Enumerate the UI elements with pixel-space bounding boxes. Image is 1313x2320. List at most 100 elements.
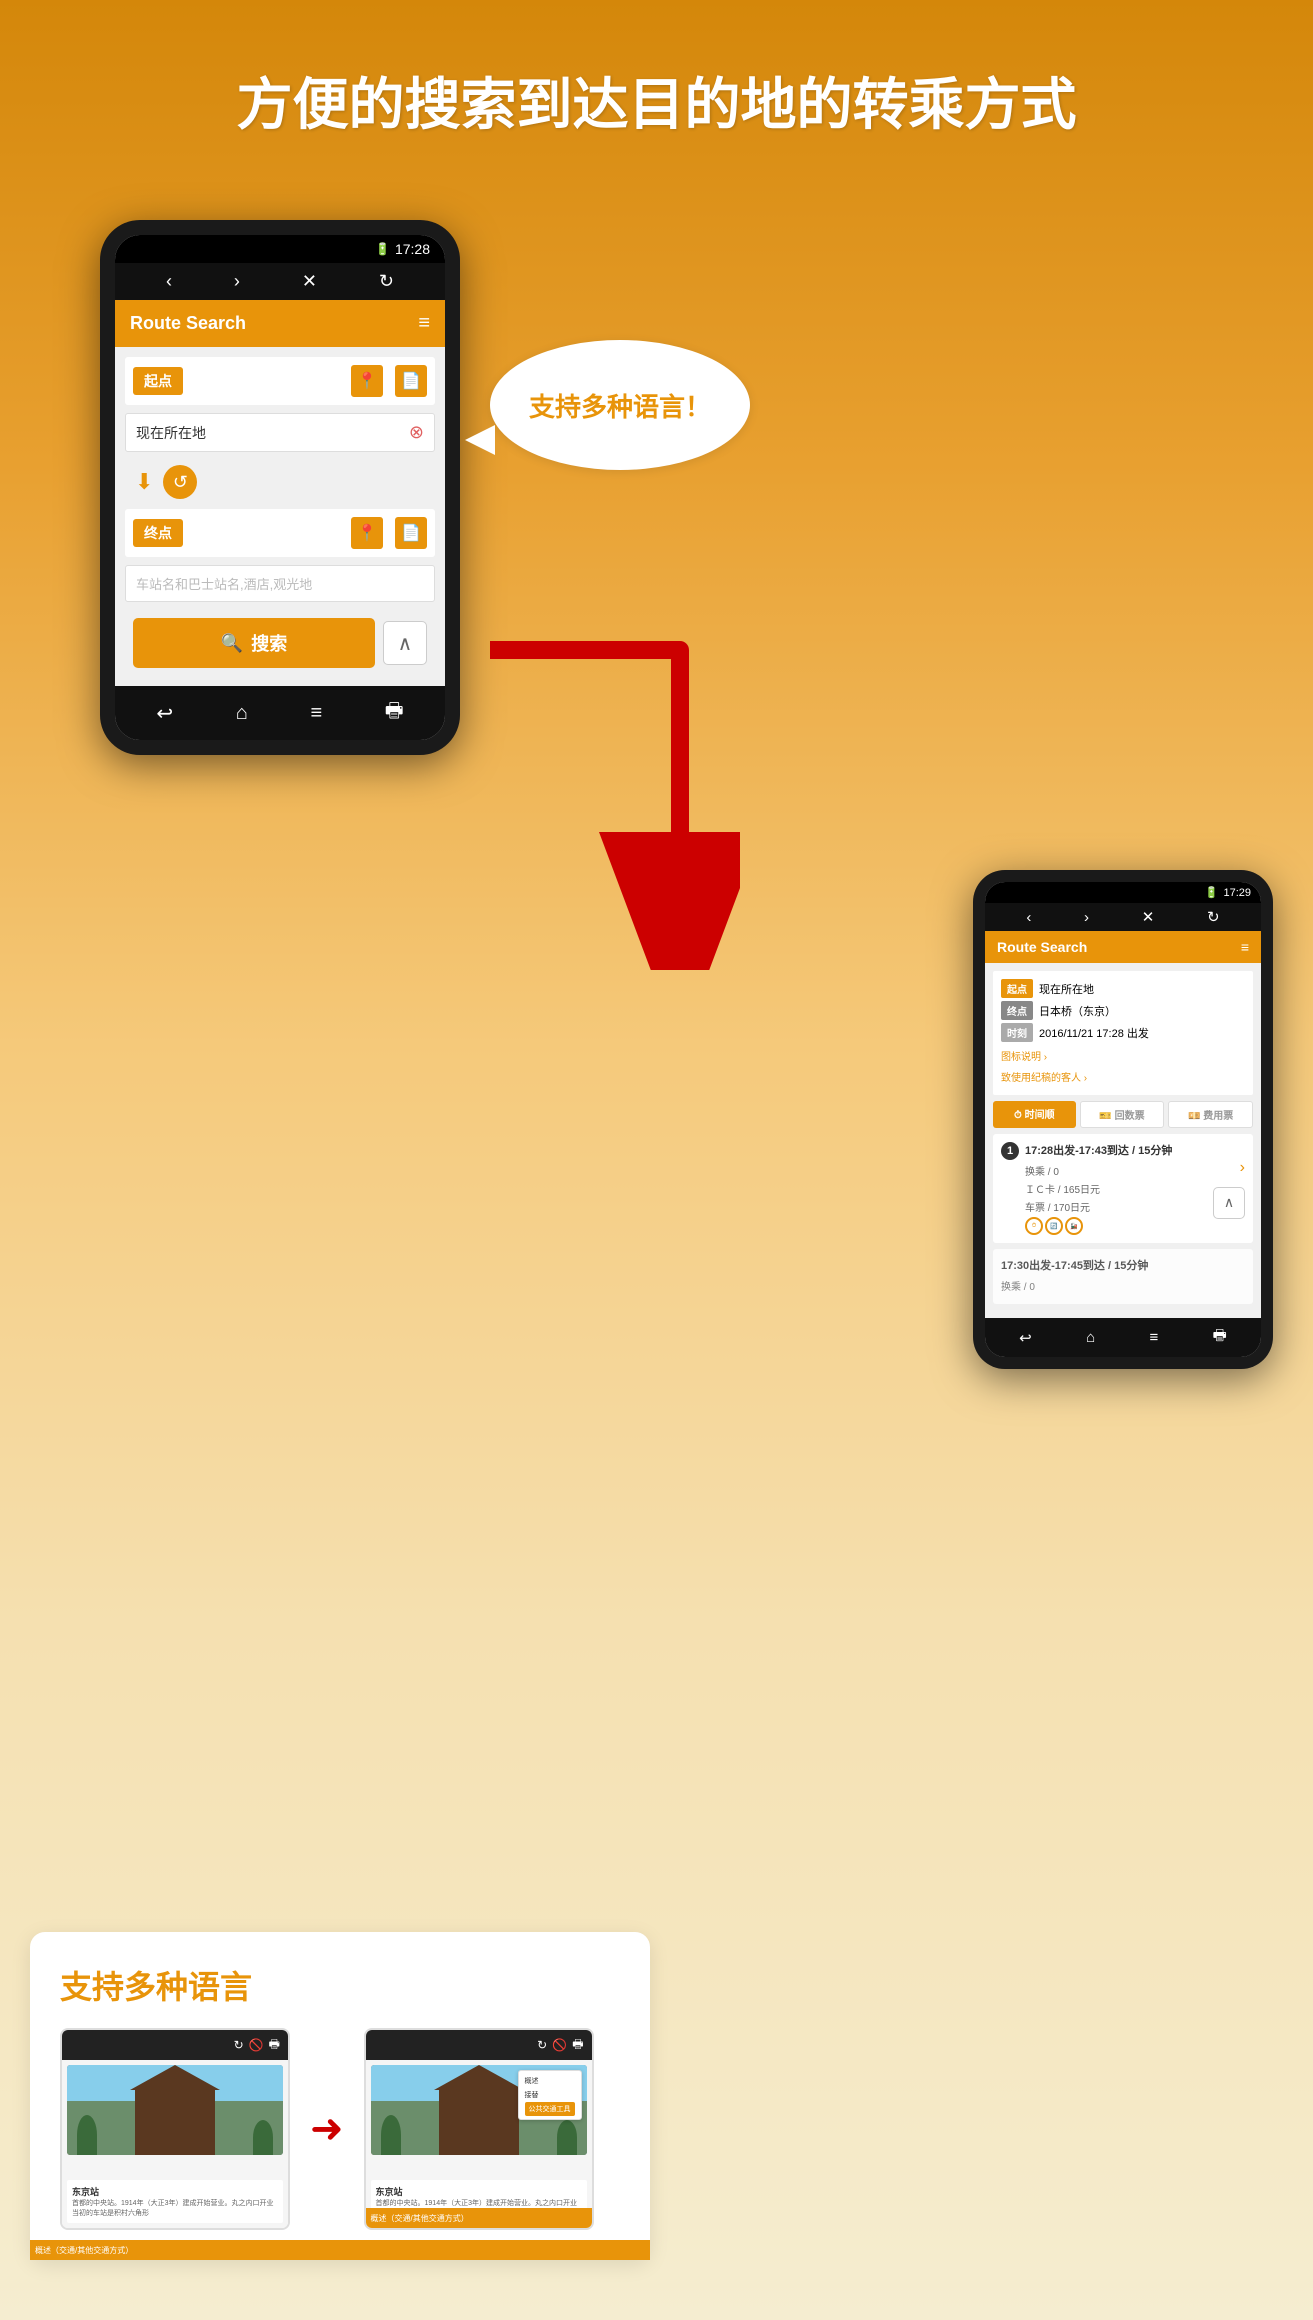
menu-icon-small[interactable]: ≡ bbox=[1150, 1329, 1159, 1346]
screenshots-arrow: ➜ bbox=[310, 2106, 344, 2152]
time-tab-label: 时间顺 bbox=[1025, 1110, 1055, 1121]
start-row: 起点 📍 📄 bbox=[125, 357, 435, 405]
status-bar-large: 🔋 17:28 bbox=[115, 235, 445, 263]
screenshot-1-header: ↻ 🚫 🖶 bbox=[62, 2030, 288, 2060]
back-icon-large[interactable]: ↩ bbox=[156, 701, 173, 726]
up-button-large[interactable]: ∧ bbox=[383, 621, 427, 665]
home-icon-small[interactable]: ⌂ bbox=[1086, 1329, 1095, 1346]
nav-refresh-large[interactable]: ↻ bbox=[379, 271, 394, 292]
hamburger-icon-small[interactable]: ≡ bbox=[1241, 939, 1249, 955]
screenshot-1-block: 🚫 bbox=[249, 2038, 264, 2052]
screenshot-2-image: 概述 接替 公共交通工具 bbox=[371, 2065, 587, 2155]
result-1-ic: ＩＣ卡 / 165日元 bbox=[1025, 1181, 1213, 1196]
screenshot-2-content: 概述 接替 公共交通工具 概述（交通/其他交通方式） 东京站 首都的中央站。19… bbox=[366, 2060, 592, 2228]
screenshot-1: ↻ 🚫 🖶 概述（交通/其他交通方式） bbox=[60, 2028, 290, 2230]
menu-icon-large[interactable]: ≡ bbox=[310, 702, 322, 725]
screenshot-2: ↻ 🚫 🖶 概述 接替 公共交通工具 bbox=[364, 2028, 594, 2230]
app-header-small: Route Search ≡ bbox=[985, 931, 1261, 963]
home-icon-large[interactable]: ⌂ bbox=[236, 702, 248, 725]
screenshot-2-header: ↻ 🚫 🖶 bbox=[366, 2030, 592, 2060]
screenshot-2-refresh: ↻ bbox=[537, 2038, 547, 2052]
end-doc-icon[interactable]: 📄 bbox=[395, 517, 427, 549]
screenshot-2-block: 🚫 bbox=[552, 2038, 567, 2052]
speech-bubble-text: 支持多种语言！ bbox=[529, 387, 711, 424]
tab-count[interactable]: 🎫 回数票 bbox=[1080, 1101, 1165, 1128]
bottom-bar-large: ↩ ⌂ ≡ 🖶 bbox=[115, 686, 445, 740]
print-icon-small[interactable]: 🖶 bbox=[1213, 1325, 1227, 1350]
end-value-small: 日本桥（东京） bbox=[1039, 1003, 1116, 1019]
app-content-large: 起点 📍 📄 现在所在地 ⊗ ⬇ ↺ 终点 � bbox=[115, 347, 445, 686]
legend-link[interactable]: 图标说明 › bbox=[1001, 1045, 1245, 1066]
nav-close-large[interactable]: ✕ bbox=[302, 271, 317, 292]
start-pin-icon[interactable]: 📍 bbox=[351, 365, 383, 397]
nav-close-small[interactable]: ✕ bbox=[1142, 908, 1155, 926]
hamburger-icon-large[interactable]: ≡ bbox=[418, 312, 430, 335]
screenshot-1-print: 🖶 bbox=[269, 2035, 280, 2056]
start-value-small: 现在所在地 bbox=[1039, 981, 1094, 997]
search-row: 🔍 搜索 ∧ bbox=[125, 610, 435, 676]
screenshot-2-orange-bar: 概述（交通/其他交通方式） bbox=[366, 2208, 592, 2228]
screenshot-1-content: 概述（交通/其他交通方式） 东京站 首都的中央站。1914年（大正3年）建成开始… bbox=[62, 2060, 288, 2228]
current-location-text: 现在所在地 bbox=[136, 423, 206, 443]
screenshot-2-print: 🖶 bbox=[572, 2035, 583, 2056]
result-card-2: 17:30出发-17:45到达 / 15分钟 换乘 / 0 bbox=[993, 1249, 1253, 1304]
chevron-right-1[interactable]: › bbox=[1240, 1159, 1245, 1177]
app-title-large: Route Search bbox=[130, 313, 246, 334]
clear-location-btn[interactable]: ⊗ bbox=[409, 422, 424, 443]
time-value-small: 2016/11/21 17:28 出发 bbox=[1039, 1025, 1149, 1041]
back-icon-small[interactable]: ↩ bbox=[1019, 1329, 1032, 1347]
route-info: 起点 现在所在地 终点 日本桥（东京） 时刻 2016/11/21 17:28 … bbox=[993, 971, 1253, 1095]
print-icon-large[interactable]: 🖶 bbox=[385, 696, 404, 730]
nav-bar-small: ‹ › ✕ ↻ bbox=[985, 903, 1261, 931]
fare-tab-icon: 💴 bbox=[1188, 1111, 1200, 1122]
result-card-1: 1 17:28出发-17:43到达 / 15分钟 换乘 / 0 ＩＣ卡 / 16… bbox=[993, 1134, 1253, 1243]
app-title-small: Route Search bbox=[997, 939, 1087, 955]
result-2-transfer: 换乘 / 0 bbox=[1001, 1278, 1245, 1293]
start-badge: 起点 bbox=[133, 367, 183, 395]
nav-back-large[interactable]: ‹ bbox=[166, 271, 172, 292]
swap-button[interactable]: ↺ bbox=[163, 465, 197, 499]
start-doc-icon[interactable]: 📄 bbox=[395, 365, 427, 397]
search-icon: 🔍 bbox=[221, 633, 243, 654]
destination-input[interactable]: 车站名和巴士站名,酒店,观光地 bbox=[125, 565, 435, 602]
bottom-card: 支持多种语言 ↻ 🚫 🖶 bbox=[30, 1932, 650, 2260]
popup-option-2: 接替 bbox=[525, 2088, 575, 2102]
speech-bubble: 支持多种语言！ bbox=[490, 340, 750, 470]
bottom-card-title: 支持多种语言 bbox=[60, 1962, 620, 2008]
end-pin-icon[interactable]: 📍 bbox=[351, 517, 383, 549]
screenshot-1-text: 东京站 首都的中央站。1914年（大正3年）建成开始营业。丸之内口开业当初的车站… bbox=[67, 2180, 283, 2223]
result-tabs: ⏱ 时间顺 🎫 回数票 💴 费用票 bbox=[993, 1101, 1253, 1128]
results-content: 起点 现在所在地 终点 日本桥（东京） 时刻 2016/11/21 17:28 … bbox=[985, 963, 1261, 1318]
screenshot-1-image bbox=[67, 2065, 283, 2155]
result-1-header: 17:28出发-17:43到达 / 15分钟 bbox=[1025, 1142, 1213, 1158]
bottom-bar-small: ↩ ⌂ ≡ 🖶 bbox=[985, 1318, 1261, 1357]
destination-placeholder: 车站名和巴士站名,酒店,观光地 bbox=[136, 574, 312, 593]
down-arrows-icon: ⬇ bbox=[135, 469, 153, 495]
time-badge-small: 时刻 bbox=[1001, 1023, 1033, 1042]
result-2-header: 17:30出发-17:45到达 / 15分钟 bbox=[1001, 1257, 1245, 1273]
popup-option-1: 概述 bbox=[525, 2074, 575, 2088]
red-arrow bbox=[480, 570, 740, 970]
nav-forward-small[interactable]: › bbox=[1084, 909, 1089, 926]
status-time-large: 17:28 bbox=[395, 241, 430, 257]
search-button[interactable]: 🔍 搜索 bbox=[133, 618, 375, 668]
up-btn-small-1[interactable]: ∧ bbox=[1213, 1187, 1245, 1219]
bottom-card-screenshots: ↻ 🚫 🖶 概述（交通/其他交通方式） bbox=[60, 2028, 620, 2230]
result-1-number: 1 bbox=[1001, 1142, 1019, 1160]
nav-back-small[interactable]: ‹ bbox=[1026, 909, 1031, 926]
nav-refresh-small[interactable]: ↻ bbox=[1207, 908, 1220, 926]
app-header-large: Route Search ≡ bbox=[115, 300, 445, 347]
nav-bar-large: ‹ › ✕ ↻ bbox=[115, 263, 445, 300]
search-label: 搜索 bbox=[251, 630, 287, 656]
tab-fare[interactable]: 💴 费用票 bbox=[1168, 1101, 1253, 1128]
tab-time[interactable]: ⏱ 时间顺 bbox=[993, 1101, 1076, 1128]
current-location-input[interactable]: 现在所在地 ⊗ bbox=[125, 413, 435, 452]
first-time-link[interactable]: 致使用纪稿的客人 › bbox=[1001, 1066, 1245, 1087]
status-bar-small: 🔋 17:29 bbox=[985, 882, 1261, 903]
time-tab-icon: ⏱ bbox=[1014, 1110, 1022, 1121]
result-1-ticket: 车票 / 170日元 bbox=[1025, 1199, 1213, 1214]
popup-option-3: 公共交通工具 bbox=[525, 2102, 575, 2116]
screenshot-1-refresh: ↻ bbox=[234, 2038, 244, 2052]
result-1-icons: ⏱ 🔄 🚂 bbox=[1025, 1217, 1213, 1235]
nav-forward-large[interactable]: › bbox=[234, 271, 240, 292]
